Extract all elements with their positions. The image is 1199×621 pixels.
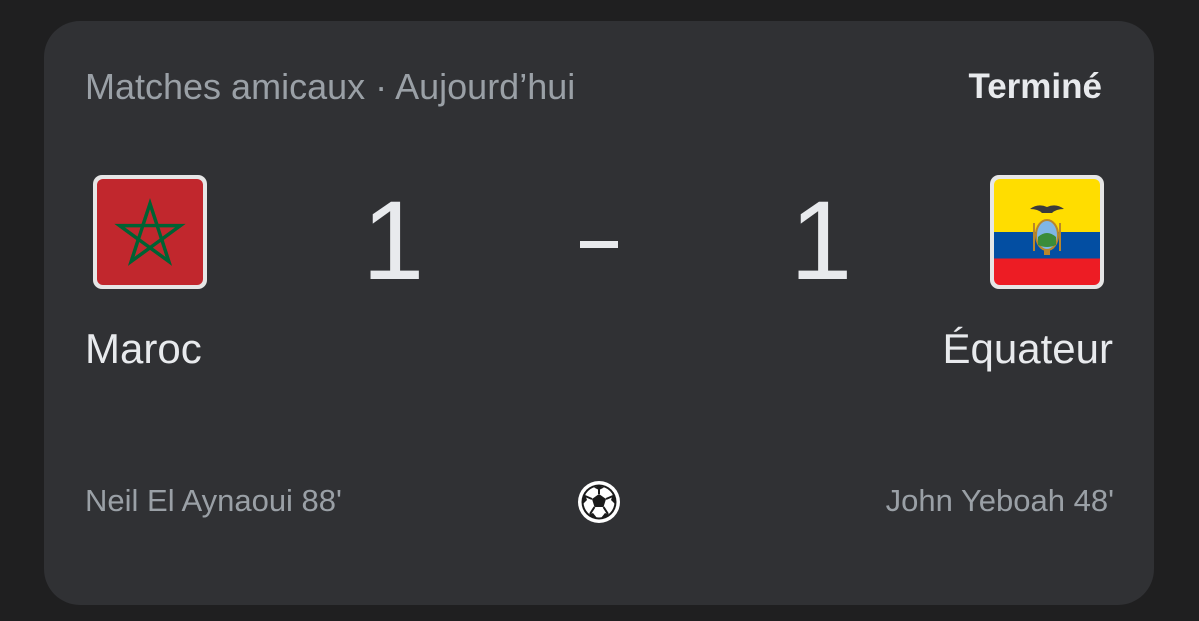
ecuador-flag-icon[interactable] <box>990 175 1104 289</box>
home-score: 1 <box>362 178 425 303</box>
home-goal-scorer: Neil El Aynaoui 88' <box>85 483 342 518</box>
soccer-ball-icon <box>576 479 622 525</box>
score-separator <box>580 241 618 248</box>
competition-label: Matches amicaux · Aujourd’hui <box>85 66 576 107</box>
home-team-name[interactable]: Maroc <box>85 323 202 375</box>
match-status: Terminé <box>968 67 1102 106</box>
away-score: 1 <box>790 178 853 303</box>
match-card[interactable]: Matches amicaux · Aujourd’hui Terminé 1 … <box>44 21 1154 605</box>
away-team-name[interactable]: Équateur <box>943 323 1113 375</box>
morocco-flag-icon[interactable] <box>93 175 207 289</box>
away-goal-scorer: John Yeboah 48' <box>885 483 1114 518</box>
